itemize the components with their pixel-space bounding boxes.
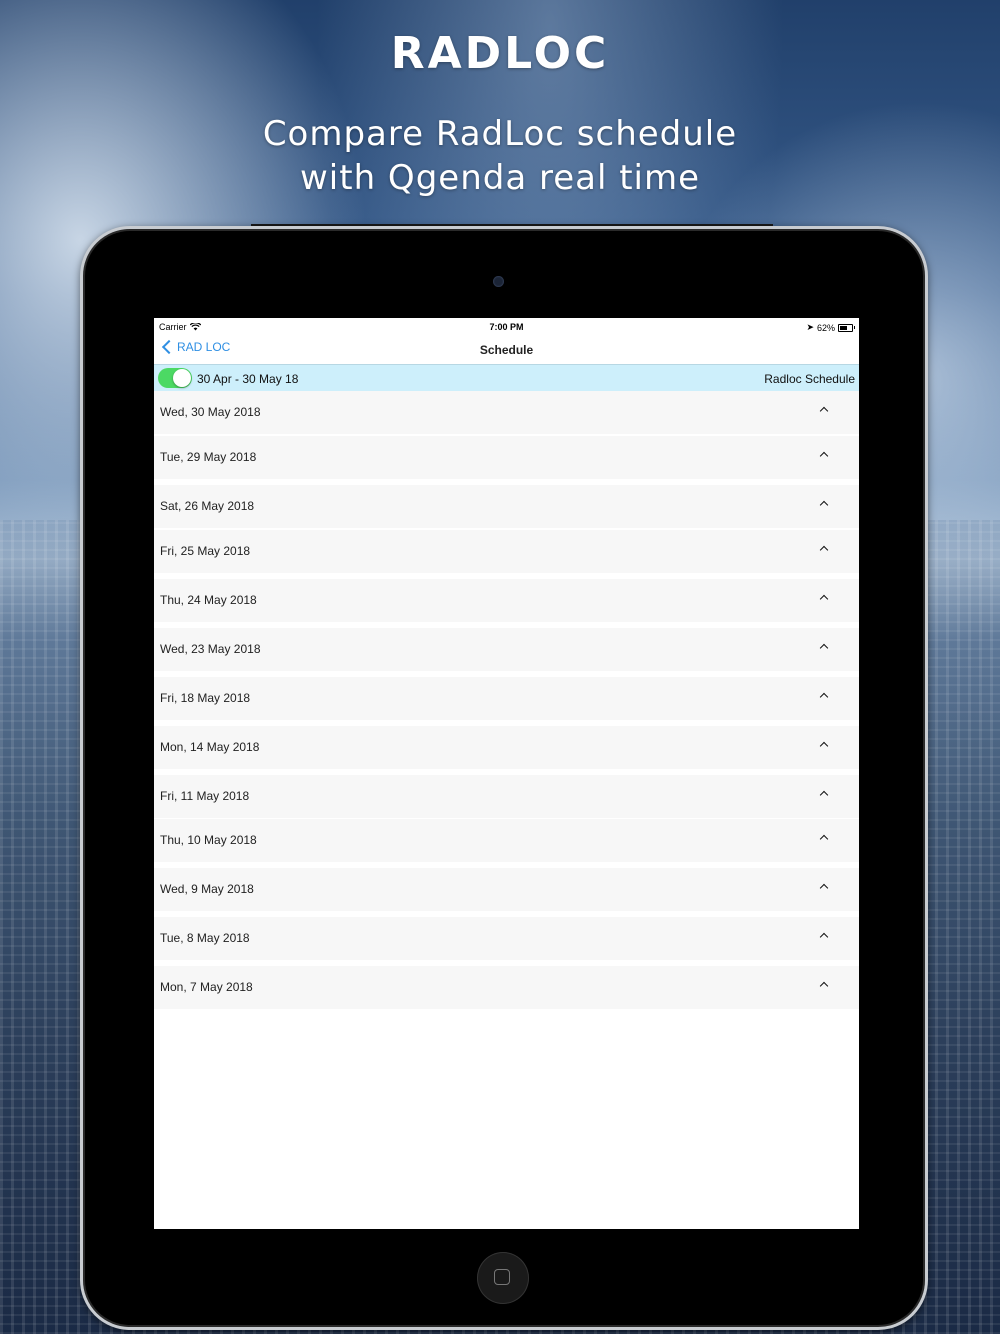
- chevron-up-icon[interactable]: [819, 692, 829, 702]
- schedule-row[interactable]: Wed, 23 May 2018: [154, 628, 859, 671]
- schedule-toggle[interactable]: [158, 368, 192, 388]
- chevron-up-icon[interactable]: [819, 790, 829, 800]
- schedule-row-date: Tue, 8 May 2018: [160, 931, 250, 945]
- chevron-up-icon[interactable]: [819, 545, 829, 555]
- location-arrow-icon: ➤: [806, 322, 814, 332]
- schedule-row[interactable]: Fri, 25 May 2018: [154, 530, 859, 573]
- schedule-row-date: Wed, 30 May 2018: [160, 405, 261, 419]
- promo-tagline-line1: Compare RadLoc schedule: [262, 114, 738, 154]
- schedule-row-date: Mon, 14 May 2018: [160, 740, 260, 754]
- battery-percent: 62%: [816, 322, 835, 333]
- status-bar: Carrier 7:00 PM ➤ 62%: [154, 318, 859, 336]
- schedule-row[interactable]: Wed, 30 May 2018: [154, 391, 859, 434]
- schedule-row[interactable]: Fri, 18 May 2018: [154, 677, 859, 720]
- chevron-up-icon[interactable]: [819, 406, 829, 416]
- status-time: 7:00 PM: [489, 322, 524, 332]
- schedule-row[interactable]: Wed, 9 May 2018: [154, 868, 859, 911]
- schedule-row-date: Wed, 23 May 2018: [160, 642, 261, 656]
- app-screen: Carrier 7:00 PM ➤ 62% RAD LOC Schedule 3…: [154, 318, 859, 1229]
- promo-title: RADLOC: [390, 28, 610, 79]
- schedule-row-date: Tue, 29 May 2018: [160, 450, 257, 464]
- schedule-row-date: Fri, 25 May 2018: [160, 544, 251, 558]
- chevron-up-icon[interactable]: [819, 981, 829, 991]
- promo-tagline-line2: with Qgenda real time: [299, 158, 701, 198]
- schedule-row[interactable]: Mon, 7 May 2018: [154, 966, 859, 1009]
- battery-fill: [840, 325, 847, 330]
- schedule-row[interactable]: Thu, 10 May 2018: [154, 819, 859, 862]
- schedule-row[interactable]: Tue, 29 May 2018: [154, 436, 859, 479]
- filter-bar: 30 Apr - 30 May 18 Radloc Schedule: [154, 364, 859, 391]
- schedule-row[interactable]: Thu, 24 May 2018: [154, 579, 859, 622]
- status-right: ➤ 62%: [806, 322, 855, 333]
- chevron-up-icon[interactable]: [819, 741, 829, 751]
- schedule-row-date: Fri, 11 May 2018: [160, 789, 250, 803]
- camera-icon: [493, 276, 504, 287]
- battery-tip: [854, 326, 855, 329]
- navigation-bar: RAD LOC Schedule: [154, 336, 859, 364]
- chevron-up-icon[interactable]: [819, 834, 829, 844]
- schedule-row-date: Thu, 24 May 2018: [160, 593, 257, 607]
- chevron-up-icon[interactable]: [819, 643, 829, 653]
- schedule-row[interactable]: Fri, 11 May 2018: [154, 775, 859, 818]
- chevron-up-icon[interactable]: [819, 451, 829, 461]
- schedule-row-date: Wed, 9 May 2018: [160, 882, 254, 896]
- nav-title: Schedule: [479, 343, 534, 357]
- radloc-schedule-label: Radloc Schedule: [764, 372, 855, 386]
- schedule-row[interactable]: Sat, 26 May 2018: [154, 485, 859, 528]
- chevron-up-icon[interactable]: [819, 594, 829, 604]
- battery-icon: [838, 323, 853, 332]
- chevron-up-icon[interactable]: [819, 883, 829, 893]
- chevron-up-icon[interactable]: [819, 500, 829, 510]
- schedule-row[interactable]: Mon, 14 May 2018: [154, 726, 859, 769]
- schedule-row[interactable]: Tue, 8 May 2018: [154, 917, 859, 960]
- toggle-knob: [173, 369, 191, 387]
- schedule-row-date: Sat, 26 May 2018: [160, 499, 255, 513]
- home-button-icon: [494, 1269, 510, 1285]
- date-range-label: 30 Apr - 30 May 18: [197, 372, 299, 386]
- chevron-up-icon[interactable]: [819, 932, 829, 942]
- schedule-row-date: Thu, 10 May 2018: [160, 833, 257, 847]
- schedule-row-date: Mon, 7 May 2018: [160, 980, 253, 994]
- schedule-row-date: Fri, 18 May 2018: [160, 691, 251, 705]
- promo-tagline: Compare RadLoc schedule with Qgenda real…: [0, 112, 1000, 200]
